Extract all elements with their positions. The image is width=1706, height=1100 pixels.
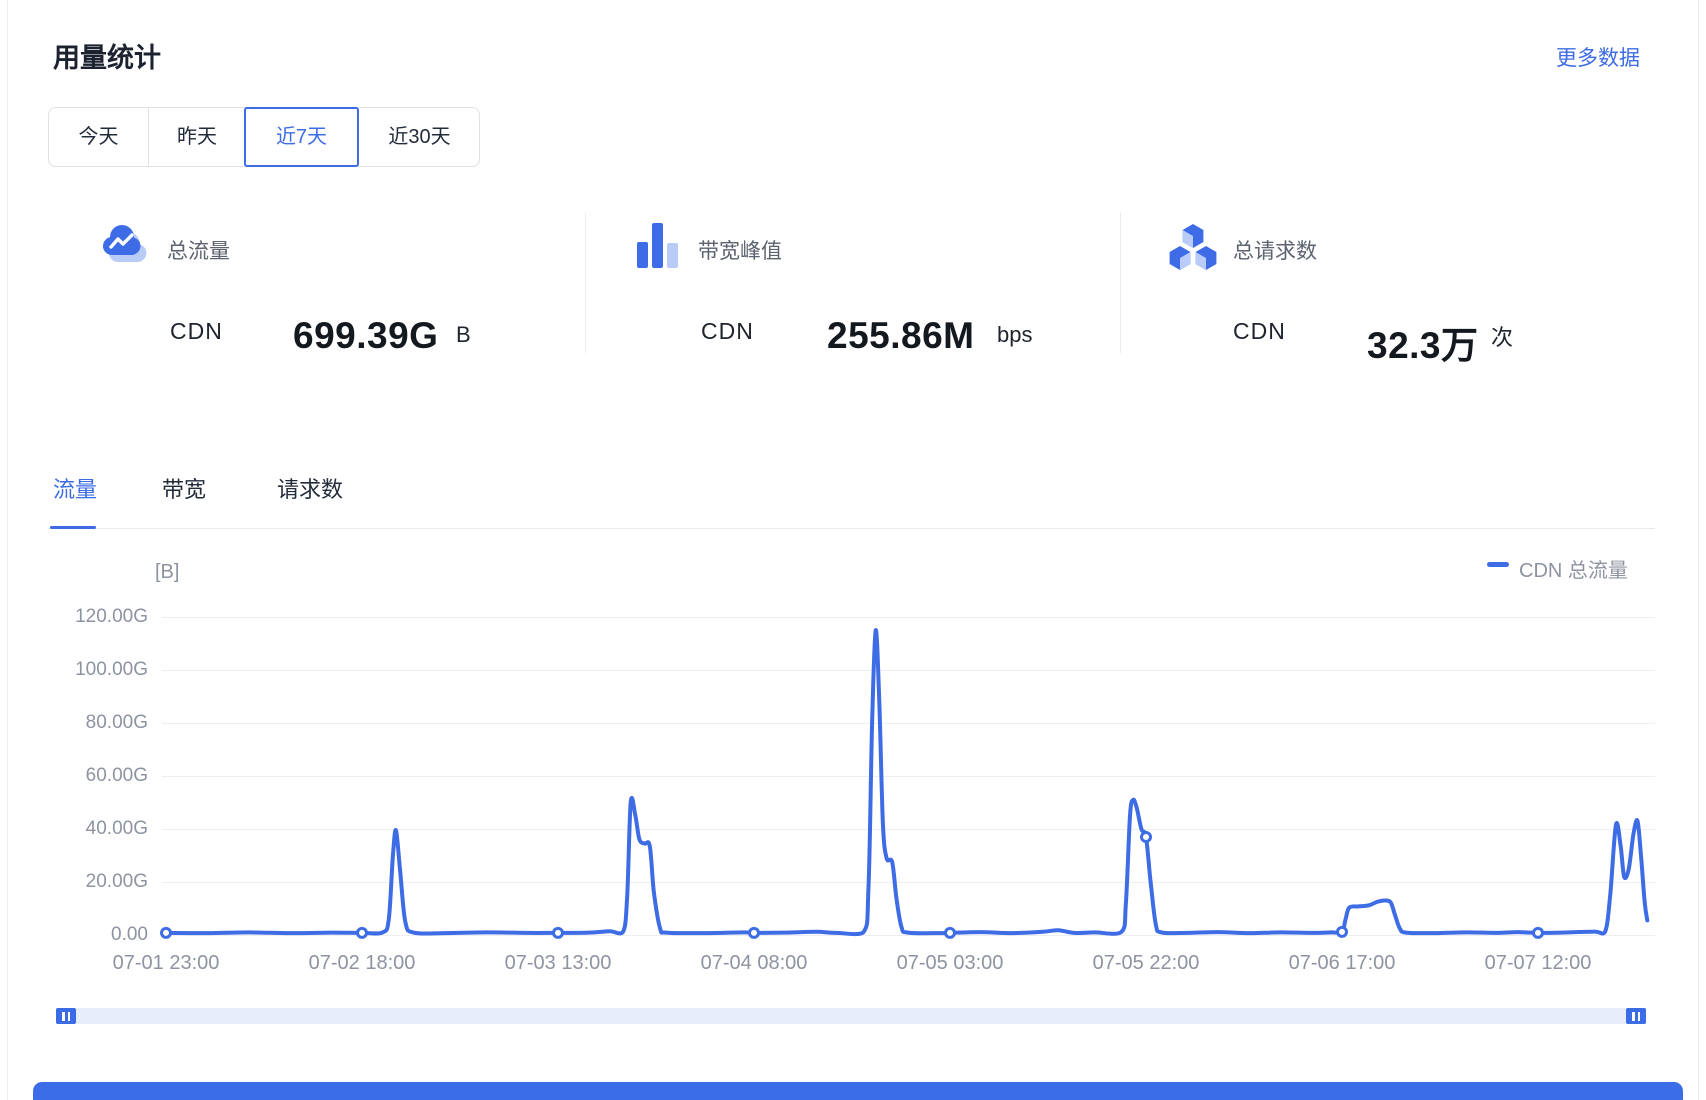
data-point-markers — [162, 832, 1543, 937]
gridline — [162, 670, 1655, 671]
datazoom-right-handle[interactable] — [1626, 1008, 1646, 1024]
y-axis-unit-label: [B] — [155, 561, 179, 584]
data-point-marker — [162, 928, 171, 937]
stat-product: CDN — [170, 318, 223, 345]
requests-cubes-icon — [1165, 220, 1221, 272]
y-tick-label: 120.00G — [36, 606, 148, 628]
stat-label-requests: 总请求数 — [1233, 235, 1317, 265]
stat-product: CDN — [701, 318, 754, 345]
x-tick-label: 07-03 13:00 — [473, 952, 643, 975]
data-point-marker — [750, 928, 759, 937]
bandwidth-bars-icon — [637, 221, 683, 270]
panel-left-border — [7, 0, 8, 1100]
tab-last-30-days[interactable]: 近30天 — [359, 108, 480, 166]
stat-unit: B — [456, 322, 471, 348]
chart-tabs-divider — [48, 528, 1655, 529]
stat-product: CDN — [1233, 318, 1286, 345]
more-data-link[interactable]: 更多数据 — [1556, 42, 1640, 72]
chart-tab-traffic[interactable]: 流量 — [53, 472, 97, 504]
card-divider — [585, 213, 586, 353]
y-tick-label: 0.00 — [36, 924, 148, 946]
data-point-marker — [1142, 832, 1151, 841]
y-tick-label: 20.00G — [36, 871, 148, 893]
data-point-marker — [1534, 928, 1543, 937]
usage-statistics-panel: 用量统计 更多数据 今天 昨天 近30天 近7天 总流量 CDN 699.39G… — [0, 0, 1706, 1100]
gridline — [162, 829, 1655, 830]
data-point-marker — [358, 928, 367, 937]
gridline — [162, 723, 1655, 724]
stat-value-traffic: 699.39G — [293, 315, 438, 357]
data-point-marker — [554, 928, 563, 937]
bottom-banner-bar[interactable] — [33, 1082, 1683, 1100]
chart-tab-requests[interactable]: 请求数 — [277, 472, 343, 504]
y-tick-label: 80.00G — [36, 712, 148, 734]
x-tick-label: 07-04 08:00 — [669, 952, 839, 975]
x-tick-label: 07-01 23:00 — [81, 952, 251, 975]
datazoom-left-handle[interactable] — [56, 1008, 76, 1024]
x-tick-label: 07-07 12:00 — [1453, 952, 1623, 975]
y-tick-label: 100.00G — [36, 659, 148, 681]
stat-unit: bps — [997, 322, 1032, 348]
gridline — [162, 882, 1655, 883]
tab-yesterday[interactable]: 昨天 — [148, 108, 246, 166]
gridline — [162, 617, 1655, 618]
x-tick-label: 07-05 03:00 — [865, 952, 1035, 975]
chart-tab-bandwidth[interactable]: 带宽 — [162, 472, 206, 504]
x-tick-label: 07-06 17:00 — [1257, 952, 1427, 975]
datazoom-slider-track[interactable] — [56, 1008, 1646, 1024]
tab-last-7-days[interactable]: 近7天 — [244, 107, 359, 167]
card-divider — [1120, 213, 1121, 353]
gridline — [162, 776, 1655, 777]
cloud-traffic-icon — [98, 220, 150, 268]
stat-value-bandwidth: 255.86M — [827, 315, 975, 357]
stat-label-bandwidth: 带宽峰值 — [698, 235, 782, 265]
gridline — [162, 935, 1655, 936]
tab-today[interactable]: 今天 — [49, 108, 148, 166]
y-tick-label: 40.00G — [36, 818, 148, 840]
x-tick-label: 07-02 18:00 — [277, 952, 447, 975]
cdn-traffic-line — [166, 630, 1647, 934]
legend-color-dash — [1487, 562, 1509, 567]
panel-right-border — [1698, 0, 1699, 1100]
y-tick-label: 60.00G — [36, 765, 148, 787]
legend-label[interactable]: CDN 总流量 — [1519, 554, 1628, 583]
stat-label-traffic: 总流量 — [167, 235, 230, 265]
stat-value-requests: 32.3万 — [1367, 315, 1479, 369]
page-title: 用量统计 — [53, 36, 161, 75]
active-tab-underline — [50, 526, 96, 529]
x-tick-label: 07-05 22:00 — [1061, 952, 1231, 975]
data-point-marker — [946, 928, 955, 937]
stat-unit: 次 — [1491, 320, 1513, 352]
